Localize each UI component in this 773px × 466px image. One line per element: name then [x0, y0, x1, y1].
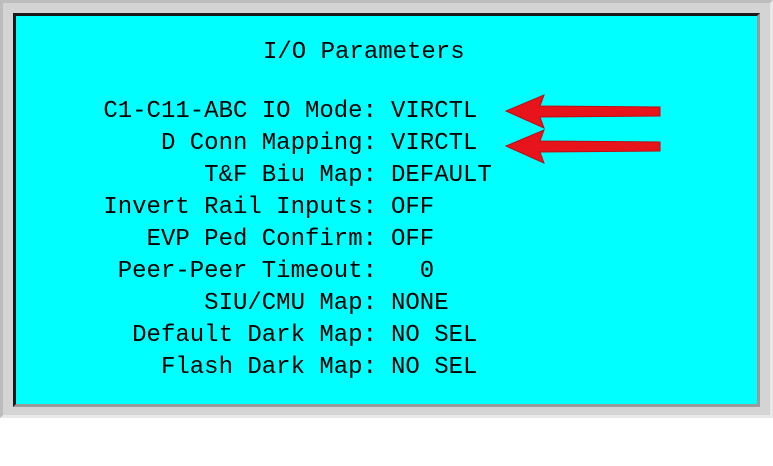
window-frame: I/O Parameters C1-C11-ABC IO Mode: VIRCT…: [0, 0, 773, 418]
io-parameters-screen: I/O Parameters C1-C11-ABC IO Mode: VIRCT…: [13, 13, 760, 407]
arrow-left-icon: [504, 94, 661, 129]
param-row-peer-peer-timeout[interactable]: Peer-Peer Timeout: 0: [16, 258, 756, 286]
param-value[interactable]: 0: [391, 258, 434, 286]
param-value[interactable]: NO SEL: [391, 354, 477, 382]
param-row-evp-ped-confirm[interactable]: EVP Ped Confirm: OFF: [16, 226, 756, 254]
param-row-tf-biu-map[interactable]: T&F Biu Map: DEFAULT: [16, 162, 756, 190]
param-value[interactable]: VIRCTL: [391, 98, 477, 126]
param-label: SIU/CMU Map:: [204, 290, 377, 317]
param-label: T&F Biu Map:: [204, 162, 377, 189]
param-value[interactable]: VIRCTL: [391, 130, 477, 158]
screen-title: I/O Parameters: [263, 39, 465, 66]
param-value[interactable]: OFF: [391, 226, 434, 254]
param-label: EVP Ped Confirm:: [146, 226, 377, 253]
param-label: D Conn Mapping:: [160, 130, 377, 157]
arrow-left-icon: [504, 129, 661, 164]
param-value[interactable]: NO SEL: [391, 322, 477, 350]
param-row-flash-dark-map[interactable]: Flash Dark Map: NO SEL: [16, 354, 756, 382]
param-value[interactable]: OFF: [391, 194, 434, 222]
param-value[interactable]: DEFAULT: [391, 162, 492, 190]
param-label: Default Dark Map:: [132, 322, 377, 349]
param-row-default-dark-map[interactable]: Default Dark Map: NO SEL: [16, 322, 756, 350]
param-label: C1-C11-ABC IO Mode:: [103, 98, 377, 125]
param-label: Invert Rail Inputs:: [103, 194, 377, 221]
param-value[interactable]: NONE: [391, 290, 449, 318]
param-row-siu-cmu-map[interactable]: SIU/CMU Map: NONE: [16, 290, 756, 318]
param-label: Flash Dark Map:: [160, 354, 377, 381]
param-row-invert-rail-inputs[interactable]: Invert Rail Inputs: OFF: [16, 194, 756, 222]
param-label: Peer-Peer Timeout:: [117, 258, 377, 285]
